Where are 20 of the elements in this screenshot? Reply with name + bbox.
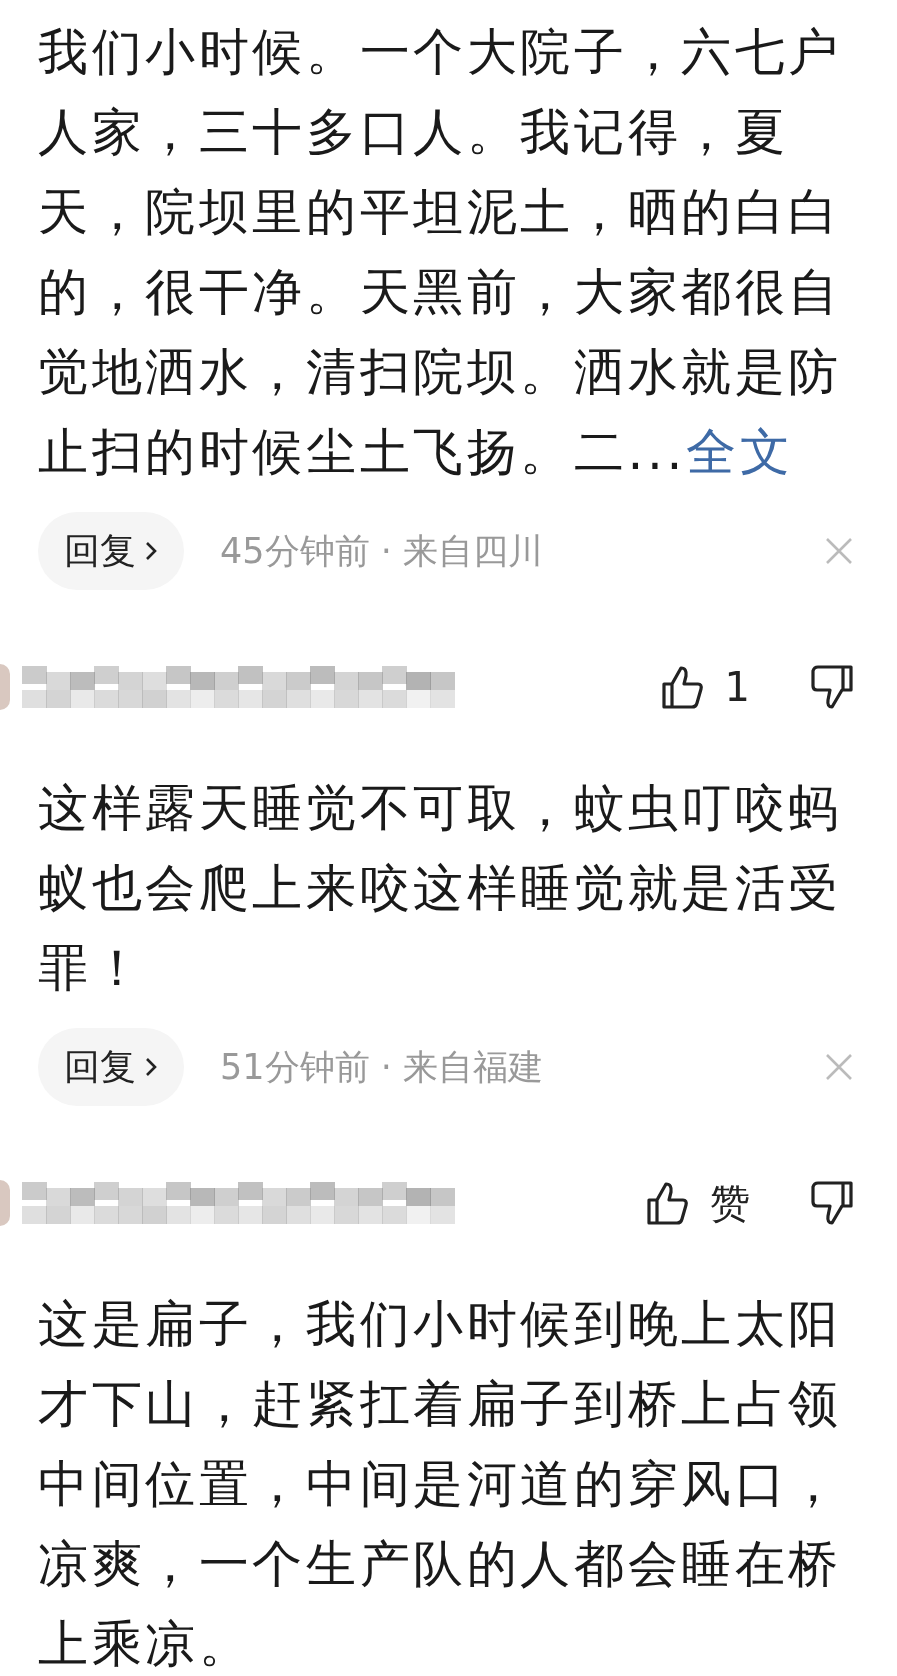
- thumbs-down-icon[interactable]: [810, 664, 854, 710]
- comment-text: 这样露天睡觉不可取，蚊虫叮咬蚂蚁也会爬上来咬这样睡觉就是活受罪！: [38, 778, 843, 999]
- like-button[interactable]: 1: [660, 664, 750, 710]
- close-icon[interactable]: [824, 1052, 854, 1082]
- like-button[interactable]: 赞: [646, 1175, 750, 1231]
- thumbs-up-icon: [660, 664, 705, 710]
- chevron-icon: [144, 1056, 158, 1078]
- comment-meta: 45分钟前 · 来自四川: [220, 529, 543, 573]
- comment-text: 这是扁子，我们小时候到晚上太阳才下山，赶紧扛着扁子到桥上占领中间位置，中间是河道的穿风口，凉爽，一个生产队的人都会睡在桥上乘凉。: [38, 1294, 843, 1675]
- thumbs-down-icon[interactable]: [810, 1180, 854, 1226]
- comment-meta: 51分钟前 · 来自福建: [220, 1045, 543, 1089]
- comment-text: 我们小时候。一个大院子，六七户人家，三十多口人。我记得，夏天，院坝里的平坦泥土，晒的白白的，很干净。天黑前，大家都很自觉地洒水，清扫院坝。洒水就是防止扫的时候尘土飞扬。二...全文: [38, 22, 843, 483]
- close-icon[interactable]: [824, 536, 854, 566]
- reply-button[interactable]: 回复: [38, 1028, 184, 1106]
- reply-button[interactable]: 回复: [38, 512, 184, 590]
- avatar[interactable]: [0, 664, 10, 710]
- full-text-link[interactable]: 全文: [686, 423, 794, 481]
- avatar[interactable]: [0, 1180, 10, 1226]
- thumbs-up-icon: [646, 1180, 690, 1226]
- chevron-icon: [144, 540, 158, 562]
